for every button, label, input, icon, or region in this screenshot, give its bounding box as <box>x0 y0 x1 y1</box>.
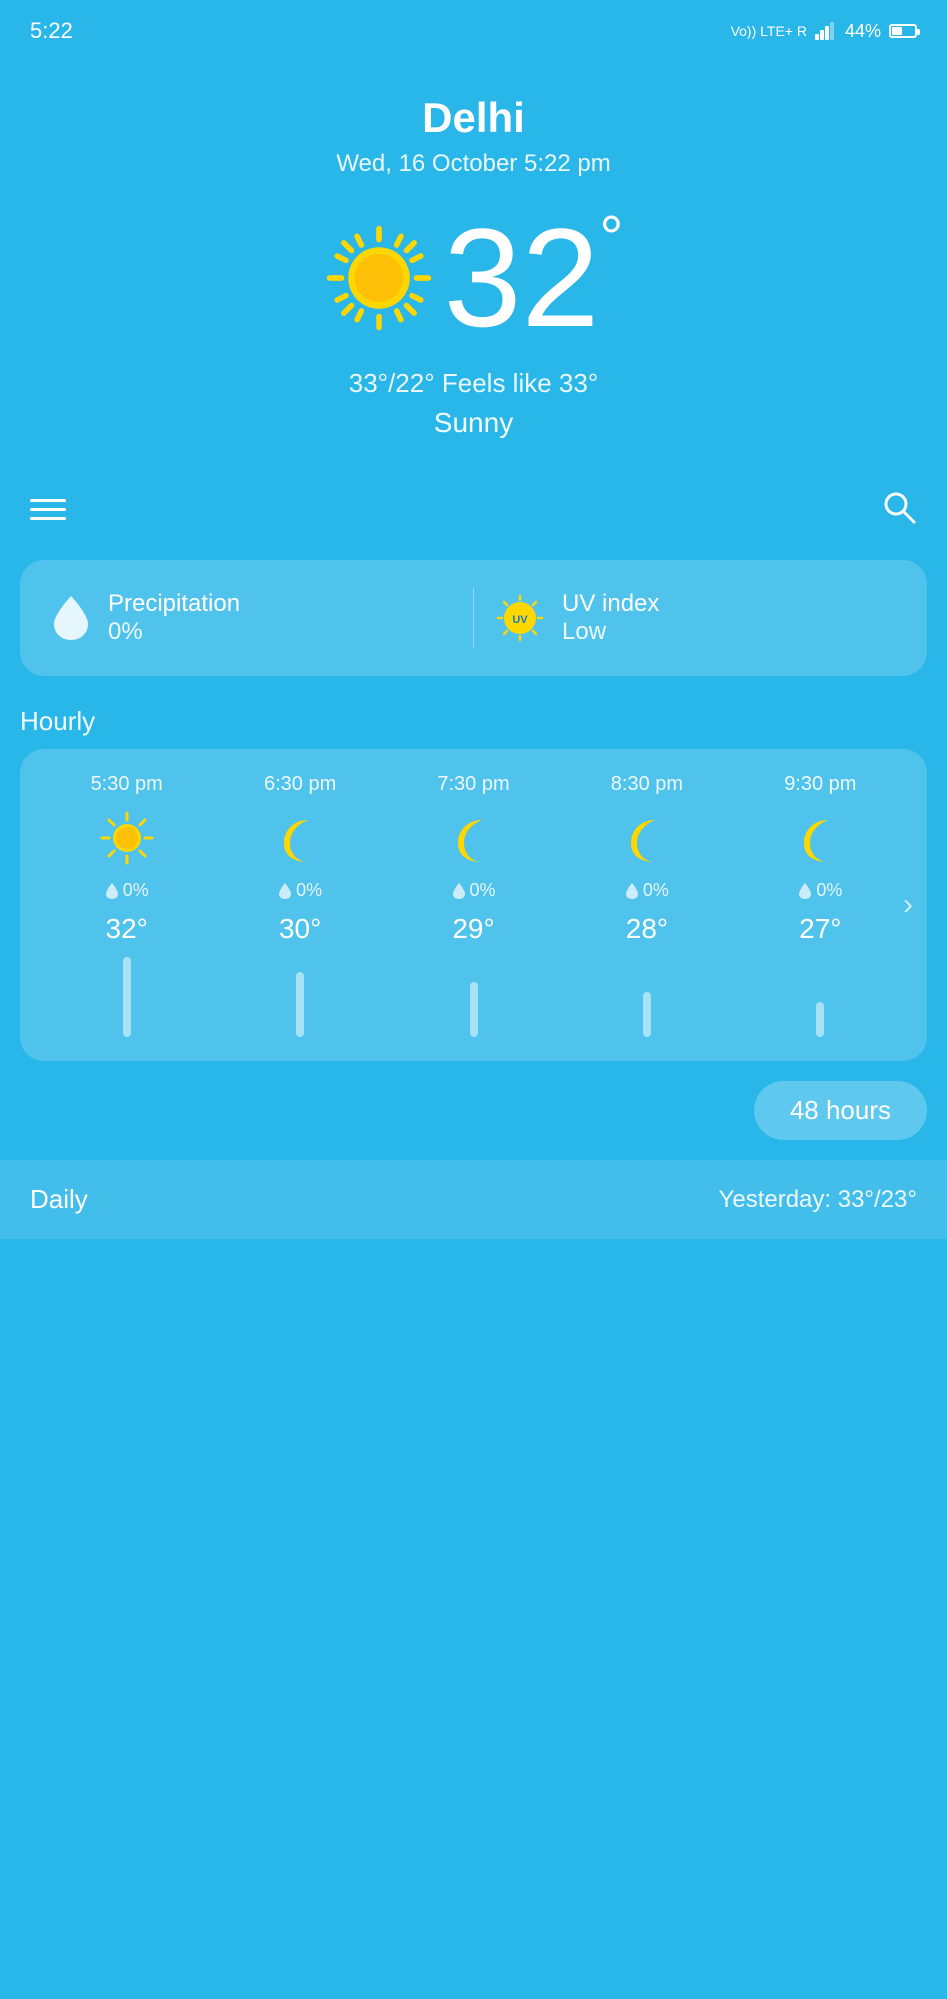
carrier-text: Vo)) LTE+ R <box>731 23 807 40</box>
signal-icon <box>815 22 837 40</box>
uv-icon: UV <box>494 592 546 644</box>
hour-precip-4: 0% <box>798 880 842 901</box>
hour-precip-0: 0% <box>105 880 149 901</box>
hour-bar-3 <box>643 992 651 1037</box>
hour-col-3: 8:30 pm 0% 28° <box>560 773 733 1037</box>
hour-precip-3: 0% <box>625 880 669 901</box>
hour-bar-0 <box>123 957 131 1037</box>
hour-bar-container-2 <box>470 957 478 1037</box>
status-bar: 5:22 Vo)) LTE+ R 44% <box>0 0 947 54</box>
controls-row <box>0 469 947 550</box>
svg-text:UV: UV <box>512 614 528 626</box>
hour-precip-2: 0% <box>452 880 496 901</box>
48-hours-button[interactable]: 48 hours <box>754 1081 927 1140</box>
temp-display: 32 ° <box>444 208 624 348</box>
hour-time-4: 9:30 pm <box>784 773 856 796</box>
battery-icon <box>889 24 917 38</box>
hour-time-1: 6:30 pm <box>264 773 336 796</box>
hour-temp-0: 32° <box>106 913 148 945</box>
hour-time-3: 8:30 pm <box>611 773 683 796</box>
info-card: Precipitation 0% UV UV index Low <box>20 560 927 676</box>
info-divider <box>473 588 474 648</box>
moon-icon-4 <box>790 808 850 868</box>
sun-icon <box>324 223 434 333</box>
moon-icon-3 <box>617 808 677 868</box>
hour-temp-2: 29° <box>452 913 494 945</box>
hour-bar-4 <box>816 1002 824 1037</box>
hourly-grid: 5:30 pm 0% 32° 6:30 pm 0% 30° 7:30 pm 0% 29° 8… <box>40 773 907 1037</box>
hourly-section-label: Hourly <box>0 686 947 749</box>
menu-button[interactable] <box>30 499 66 520</box>
uv-info: UV UV index Low <box>494 590 897 646</box>
bottom-bar: Daily Yesterday: 33°/23° <box>0 1160 947 1239</box>
weather-condition: Sunny <box>20 407 927 439</box>
uv-value: Low <box>562 618 659 646</box>
hour-col-1: 6:30 pm 0% 30° <box>213 773 386 1037</box>
hours-btn-row: 48 hours <box>0 1061 947 1150</box>
hour-col-0: 5:30 pm 0% 32° <box>40 773 213 1037</box>
daily-label: Daily <box>30 1184 88 1215</box>
precipitation-label: Precipitation <box>108 590 240 618</box>
hour-col-4: 9:30 pm 0% 27° <box>734 773 907 1037</box>
precipitation-info: Precipitation 0% <box>50 590 453 646</box>
battery-text: 44% <box>845 21 881 42</box>
hour-time-0: 5:30 pm <box>91 773 163 796</box>
hour-temp-4: 27° <box>799 913 841 945</box>
status-right: Vo)) LTE+ R 44% <box>731 21 917 42</box>
search-button[interactable] <box>881 489 917 530</box>
hour-bar-container-0 <box>123 957 131 1037</box>
sun-small-icon <box>97 808 157 868</box>
chevron-right-icon[interactable]: › <box>903 888 913 922</box>
degree-symbol: ° <box>599 208 623 268</box>
status-time: 5:22 <box>30 18 73 44</box>
hour-temp-3: 28° <box>626 913 668 945</box>
drop-icon <box>50 592 92 644</box>
hour-temp-1: 30° <box>279 913 321 945</box>
hour-bar-2 <box>470 982 478 1037</box>
hour-precip-1: 0% <box>278 880 322 901</box>
temp-range-line: 33°/22° Feels like 33° <box>20 368 927 399</box>
moon-icon-1 <box>270 808 330 868</box>
yesterday-label: Yesterday: 33°/23° <box>719 1186 917 1214</box>
temp-row: 32 ° <box>20 208 927 348</box>
hour-bar-container-1 <box>296 957 304 1037</box>
hour-bar-container-3 <box>643 957 651 1037</box>
weather-header: Delhi Wed, 16 October 5:22 pm <box>0 54 947 459</box>
temperature-value: 32 <box>444 208 600 348</box>
date-time: Wed, 16 October 5:22 pm <box>20 150 927 178</box>
hourly-card: 5:30 pm 0% 32° 6:30 pm 0% 30° 7:30 pm 0% 29° 8… <box>20 749 927 1061</box>
hour-col-2: 7:30 pm 0% 29° <box>387 773 560 1037</box>
moon-icon-2 <box>444 808 504 868</box>
uv-label: UV index <box>562 590 659 618</box>
precipitation-value: 0% <box>108 618 240 646</box>
hour-bar-1 <box>296 972 304 1037</box>
hour-time-2: 7:30 pm <box>437 773 509 796</box>
city-name: Delhi <box>20 94 927 142</box>
hour-bar-container-4 <box>816 957 824 1037</box>
